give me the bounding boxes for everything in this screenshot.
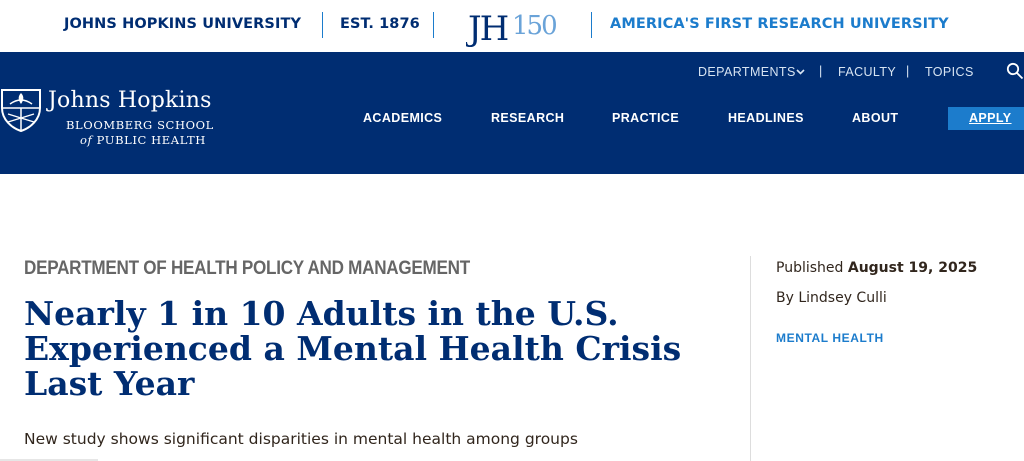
logo-line2: PUBLIC HEALTH [96,133,206,147]
utility-separator: | [819,64,823,78]
published-label: Published [776,260,844,276]
utility-separator: | [906,64,910,78]
nav-about[interactable]: ABOUT [852,111,898,125]
nav-headlines[interactable]: HEADLINES [728,111,804,125]
logo-title: Johns Hopkins [48,88,212,113]
logo-of: of [80,133,93,147]
university-bar: JOHNS HOPKINS UNIVERSITY EST. 1876 JH 15… [0,0,1024,52]
column-divider [750,256,751,461]
jhu-link[interactable]: JOHNS HOPKINS UNIVERSITY [64,16,301,32]
logo-subtitle: BLOOMBERG SCHOOL [66,118,214,132]
byline: By Lindsey Culli [776,290,887,306]
nav-academics[interactable]: ACADEMICS [363,111,442,125]
nav-research[interactable]: RESEARCH [491,111,564,125]
apply-button[interactable]: APPLY [948,107,1024,130]
site-header: Johns Hopkins BLOOMBERG SCHOOL of PUBLIC… [0,52,1024,174]
established-text: EST. 1876 [340,16,420,32]
department-label[interactable]: DEPARTMENT OF HEALTH POLICY AND MANAGEME… [24,258,470,280]
published-date-value: August 19, 2025 [847,260,978,276]
published-date: Published August 19, 2025 [776,260,977,276]
svg-text:150: 150 [512,11,556,41]
nav-practice[interactable]: PRACTICE [612,111,679,125]
shield-icon [1,89,41,132]
article-title: Nearly 1 in 10 Adults in the U.S. Experi… [24,294,682,403]
topic-tag[interactable]: MENTAL HEALTH [776,331,884,345]
utility-nav-topics[interactable]: TOPICS [925,65,974,79]
search-icon[interactable] [1006,62,1024,80]
tagline-text: AMERICA'S FIRST RESEARCH UNIVERSITY [610,16,949,32]
utility-nav-departments[interactable]: DEPARTMENTS [698,65,796,79]
divider [322,12,323,38]
article-subtitle: New study shows significant disparities … [24,430,578,448]
chevron-down-icon[interactable] [796,69,805,75]
jh150-logo[interactable]: JH 150 [466,4,566,48]
svg-text:JH: JH [466,9,508,48]
school-logo[interactable]: Johns Hopkins BLOOMBERG SCHOOL of PUBLIC… [0,82,250,152]
utility-nav-faculty[interactable]: FACULTY [838,65,896,79]
divider [433,12,434,38]
divider [591,12,592,38]
logo-subtitle-2: of PUBLIC HEALTH [80,133,206,147]
